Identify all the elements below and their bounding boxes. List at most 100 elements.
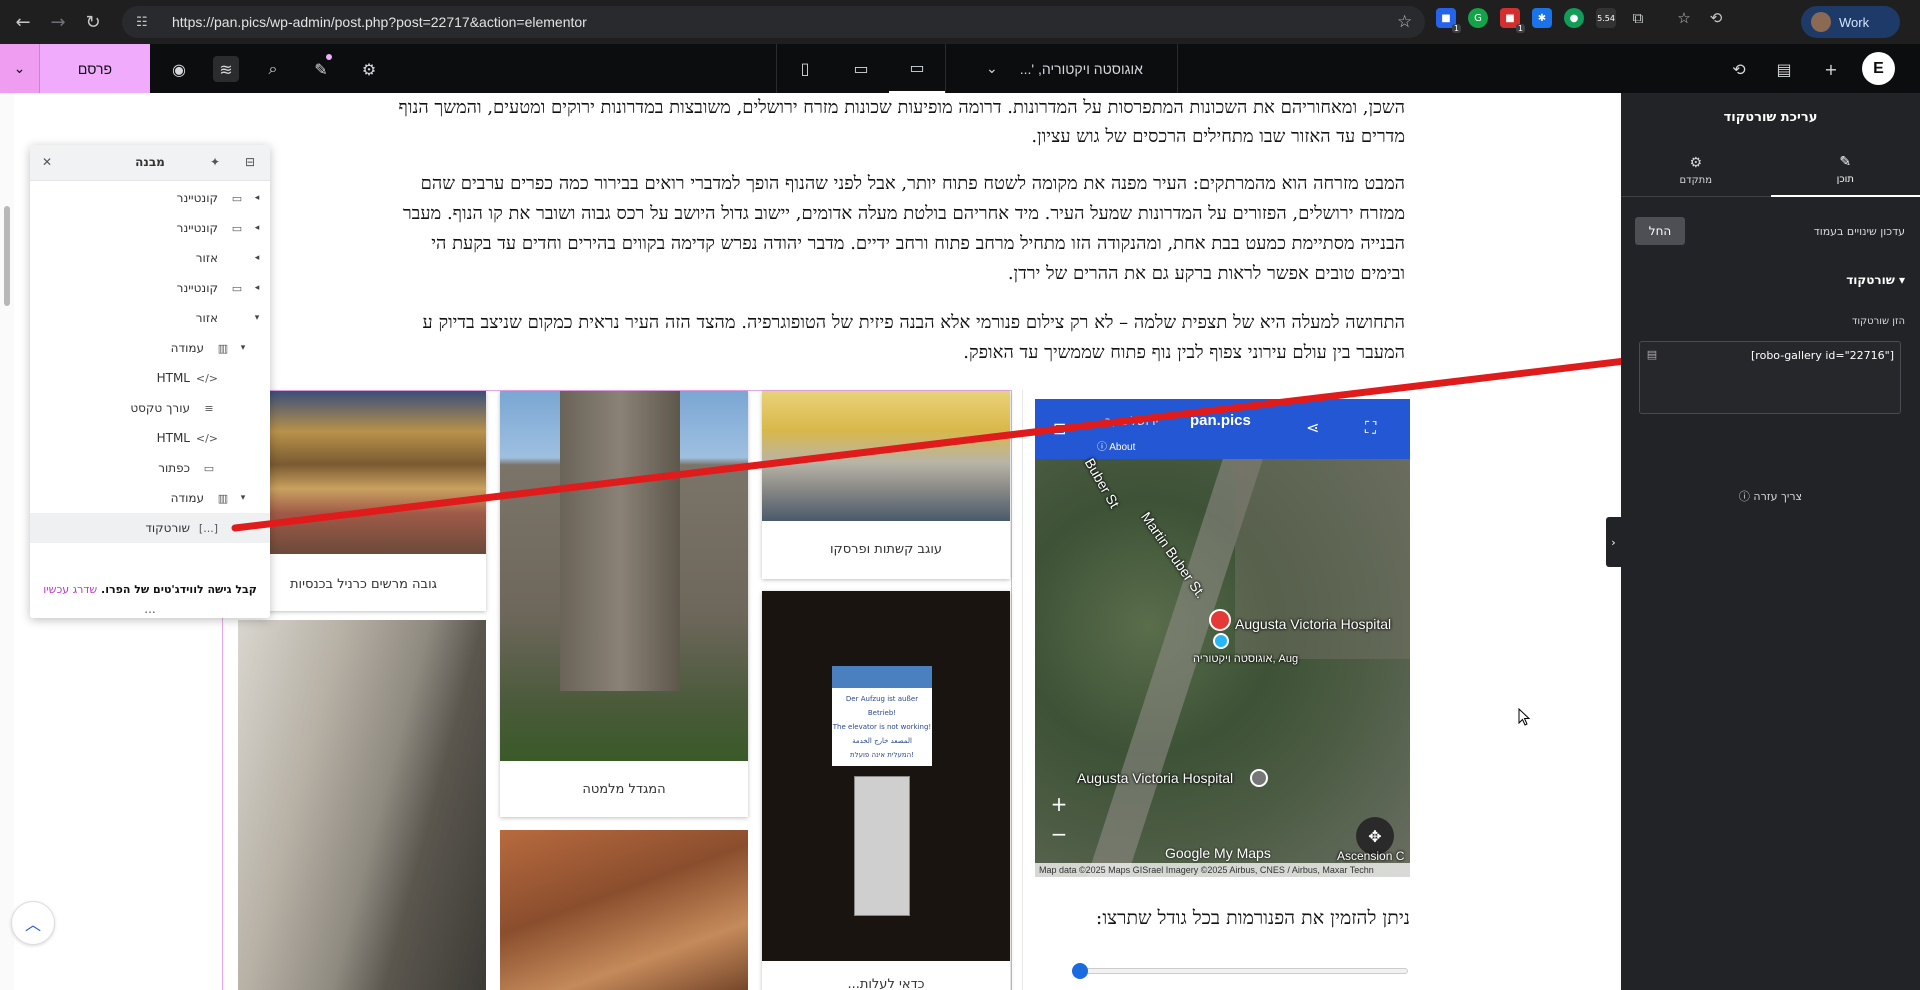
navigator-item[interactable]: ◂ ▭ קונטיינר <box>30 273 270 303</box>
dynamic-tags-icon[interactable]: ▤ <box>1640 342 1664 366</box>
slider-knob[interactable] <box>1072 963 1088 979</box>
history-icon[interactable]: ⟲ <box>1706 8 1726 28</box>
navigator-item[interactable]: ▾ ▥ עמודה <box>30 333 270 363</box>
extension-icon[interactable]: ● <box>1564 8 1584 28</box>
place-pin-icon[interactable] <box>1250 769 1268 787</box>
bell-image[interactable] <box>500 830 748 990</box>
navigator-item[interactable]: ▾ ▥ עמודה <box>30 483 270 513</box>
section-toggle[interactable]: ▾ שורטקוד <box>1635 273 1905 287</box>
zoom-out-button[interactable]: − <box>1044 819 1074 849</box>
scroll-to-top-button[interactable]: ︿ <box>11 901 55 945</box>
panel-collapse-chevron-icon[interactable]: › <box>1606 517 1621 567</box>
add-element-icon[interactable]: + <box>1818 56 1844 82</box>
extension-icon[interactable]: 5.54 <box>1596 8 1616 28</box>
expand-arrow-icon[interactable]: ◂ <box>252 253 262 263</box>
upgrade-link[interactable]: שדרג עכשיו <box>43 583 97 596</box>
elementor-logo-icon[interactable]: E <box>1862 52 1895 85</box>
expand-arrow-icon[interactable]: ▾ <box>238 493 248 503</box>
navigator-item[interactable]: ≡ עורך טקסט <box>30 393 270 423</box>
url-text[interactable]: https://pan.pics/wp-admin/post.php?post=… <box>172 14 1397 30</box>
tablet-view-icon[interactable]: ▭ <box>833 44 889 93</box>
location-marker-icon[interactable] <box>1213 633 1229 649</box>
desktop-view-icon[interactable]: ▭ <box>889 44 945 93</box>
navigator-item[interactable]: ▭ כפתור <box>30 453 270 483</box>
navigator-item[interactable]: ▾ אזור <box>30 303 270 333</box>
gallery-item[interactable]: המגדל מלמטה <box>500 391 748 817</box>
map-legend-icon[interactable]: ⊟ <box>1053 419 1066 438</box>
map-header: ⊟ pan.pics ירושלים ,ב ⓘ About ⋖ ⛶ <box>1035 399 1410 459</box>
share-icon[interactable]: ⋖ <box>1306 418 1319 437</box>
bookmarks-icon[interactable]: ☆ <box>1674 8 1694 28</box>
sparkle-icon[interactable]: ✦ <box>210 155 220 169</box>
robo-gallery[interactable]: גובה מרשים כרניל בכנסיות המגדל מלמטה עוג… <box>222 390 1012 990</box>
bookmark-star-icon[interactable]: ☆ <box>1397 12 1425 32</box>
apply-button[interactable]: החל <box>1635 217 1685 245</box>
canvas-scrollbar[interactable] <box>0 93 14 990</box>
extensions-puzzle-icon[interactable]: ⧉ <box>1628 8 1648 28</box>
size-slider[interactable] <box>1072 963 1408 979</box>
navigator-item[interactable]: ◂ ▭ קונטיינר <box>30 213 270 243</box>
preview-eye-icon[interactable]: ◉ <box>166 56 192 82</box>
embedded-map[interactable]: ⊟ pan.pics ירושלים ,ב ⓘ About ⋖ ⛶ Buber … <box>1035 399 1410 877</box>
more-dots[interactable]: ... <box>30 602 270 616</box>
search-icon[interactable]: ⌕ <box>260 56 286 82</box>
zoom-in-button[interactable]: + <box>1044 789 1074 819</box>
grammarly-icon[interactable]: G <box>1468 8 1488 28</box>
publish-button[interactable]: פרסם <box>40 44 150 93</box>
navigator-item-label: עורך טקסט <box>130 401 190 415</box>
mobile-view-icon[interactable]: ▯ <box>777 44 833 93</box>
navigator-item[interactable]: ◂ אזור <box>30 243 270 273</box>
reload-icon[interactable]: ↻ <box>78 7 108 37</box>
notes-icon[interactable]: ✎ <box>308 54 334 82</box>
mouse-cursor-icon <box>1518 708 1530 726</box>
address-bar[interactable]: ☷ https://pan.pics/wp-admin/post.php?pos… <box>122 6 1425 38</box>
gallery-item[interactable]: Der Aufzug ist außer Betrieb! The elevat… <box>762 591 1010 990</box>
pencil-icon: ✎ <box>1839 153 1852 170</box>
expand-arrow-icon[interactable]: ▾ <box>238 343 248 353</box>
back-icon[interactable]: ← <box>8 7 38 37</box>
extension-icon[interactable]: ■ 1 <box>1436 8 1461 33</box>
structure-navigator[interactable]: ✕ מבנה ✦ ⊟ ◂ ▭ קונטיינר ◂ ▭ קונטיינר ◂ אזור ◂ ▭ קו… <box>30 145 270 618</box>
expand-arrow-icon[interactable]: ◂ <box>252 223 262 233</box>
tower-image[interactable] <box>500 391 748 761</box>
help-link[interactable]: צריך עזרה ⓘ <box>1621 488 1920 504</box>
map-about-link[interactable]: ⓘ About <box>1097 438 1135 453</box>
elevator-image[interactable]: Der Aufzug ist außer Betrieb! The elevat… <box>762 591 1010 961</box>
site-settings-icon[interactable]: ⚙ <box>356 56 382 82</box>
expand-arrow-icon[interactable]: ◂ <box>252 283 262 293</box>
fullscreen-icon[interactable]: ⛶ <box>1365 418 1376 438</box>
chevron-down-icon: ⌄ <box>986 60 998 76</box>
navigator-item[interactable]: </> HTML <box>30 423 270 453</box>
navigator-item[interactable]: </> HTML <box>30 363 270 393</box>
shortcode-value[interactable]: [robo-gallery id="22716"] <box>1751 349 1894 362</box>
profile-button[interactable]: Work <box>1801 6 1900 38</box>
navigator-item[interactable]: [...] שורטקוד <box>30 513 270 543</box>
navigator-item[interactable]: ◂ ▭ קונטיינר <box>30 183 270 213</box>
save-draft-icon[interactable]: ▤ <box>1771 56 1797 82</box>
gallery-item[interactable]: עוגב קשתות ופרסקו <box>762 391 1010 579</box>
tab-advanced[interactable]: ⚙ מתקדם <box>1621 143 1771 197</box>
expand-arrow-icon[interactable]: ▾ <box>252 313 262 323</box>
document-title-dropdown[interactable]: ⌄ אוגוסטה ויקטוריה, '... <box>968 44 1178 93</box>
extension-icon[interactable]: ✱ <box>1532 8 1552 28</box>
section-title: שורטקוד <box>1846 273 1895 287</box>
structure-layers-icon[interactable]: ≋ <box>213 56 239 82</box>
shortcode-textarea[interactable]: ▤ [robo-gallery id="22716"] <box>1639 341 1901 414</box>
forward-icon[interactable]: → <box>43 7 73 37</box>
tab-content[interactable]: ✎ תוכן <box>1770 143 1920 197</box>
extension-icon[interactable]: ■ 1 <box>1500 8 1525 33</box>
history-icon[interactable]: ⟲ <box>1726 56 1752 82</box>
site-info-icon[interactable]: ☷ <box>136 15 154 30</box>
navigator-title: מבנה <box>135 155 165 169</box>
expand-arrow-icon[interactable]: ◂ <box>252 193 262 203</box>
stairwell-image[interactable] <box>238 620 486 990</box>
gallery-item[interactable]: גובה מרשים כרניל בכנסיות <box>241 391 486 611</box>
slider-track[interactable] <box>1072 968 1408 974</box>
poi-label: Augusta Victoria Hospital <box>1077 770 1234 786</box>
hospital-pin-icon[interactable] <box>1209 609 1231 631</box>
navigator-item-label: HTML <box>156 371 190 385</box>
organ-fresco-image[interactable] <box>762 391 1010 521</box>
collapse-all-icon[interactable]: ⊟ <box>245 155 255 169</box>
publish-options-chevron-icon[interactable]: ⌄ <box>0 44 40 93</box>
church-interior-image[interactable] <box>241 391 486 554</box>
